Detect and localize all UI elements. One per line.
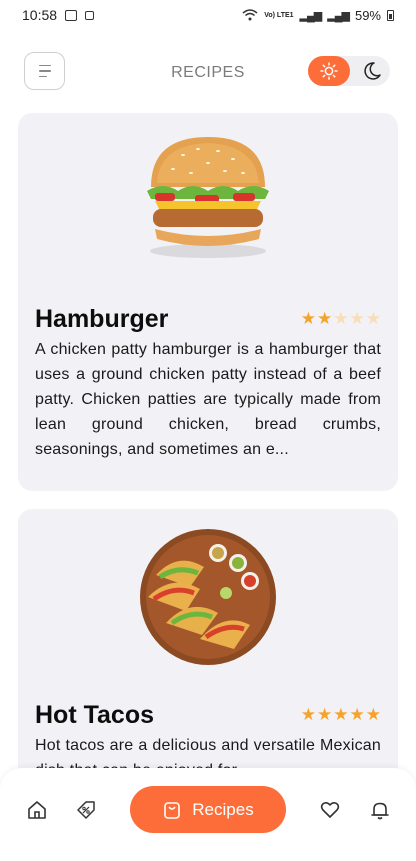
star-empty-icon: ★ — [349, 309, 365, 328]
status-time: 10:58 — [22, 7, 58, 23]
status-left: 10:58 — [22, 7, 95, 23]
nav-favorites[interactable] — [318, 798, 342, 822]
sun-icon — [320, 62, 338, 80]
nav-recipes-label: Recipes — [192, 799, 254, 819]
recipe-card[interactable]: Hamburger ★ ★ ★ ★ ★ A chicken patty hamburge… — [18, 113, 398, 491]
status-bar: 10:58 Vo) LTE1 ▂▄▆ ▂▄▆ 59% — [0, 0, 416, 30]
recipe-card[interactable]: Hot Tacos ★ ★ ★ ★ ★ Hot tacos are a deliciou… — [18, 509, 398, 809]
nav-offers[interactable] — [74, 798, 98, 822]
battery-icon — [387, 9, 394, 21]
shopping-bag-icon — [164, 801, 181, 819]
theme-toggle[interactable] — [308, 56, 390, 86]
star-filled-icon: ★ — [333, 705, 349, 724]
nav-notifications[interactable] — [368, 798, 392, 822]
rating-stars: ★ ★ ★ ★ ★ — [301, 706, 381, 723]
app-header: RECIPES — [0, 52, 416, 92]
signal-icon: ▂▄▆ — [299, 9, 323, 22]
dark-mode-button[interactable] — [356, 56, 388, 86]
bottom-navigation: Recipes — [0, 768, 416, 861]
bell-icon — [371, 802, 389, 820]
battery-percent: 59% — [354, 7, 381, 23]
recipe-description: A chicken patty hamburger is a hamburger… — [35, 341, 381, 458]
hamburger-image — [147, 137, 269, 258]
nav-recipes-button[interactable]: Recipes — [130, 786, 286, 833]
star-empty-icon: ★ — [333, 309, 349, 328]
tacos-image — [140, 529, 276, 665]
recipe-title: Hamburger — [35, 305, 169, 333]
wifi-icon — [242, 9, 258, 21]
star-filled-icon: ★ — [317, 309, 333, 328]
gallery-notification-icon — [65, 9, 78, 21]
star-filled-icon: ★ — [317, 705, 333, 724]
lock-icon — [85, 10, 95, 20]
nav-home[interactable] — [25, 798, 49, 822]
rating-stars: ★ ★ ★ ★ ★ — [301, 310, 381, 327]
star-filled-icon: ★ — [300, 309, 316, 328]
moon-icon — [364, 62, 381, 80]
status-right: Vo) LTE1 ▂▄▆ ▂▄▆ 59% — [242, 8, 394, 23]
network-type-label: Vo) LTE1 — [264, 11, 294, 19]
star-filled-icon: ★ — [300, 705, 316, 724]
star-filled-icon: ★ — [349, 705, 365, 724]
discount-tag-icon — [77, 801, 95, 819]
recipe-title: Hot Tacos — [35, 701, 154, 729]
signal-2-icon: ▂▄▆ — [327, 9, 350, 22]
star-filled-icon: ★ — [365, 705, 381, 724]
star-empty-icon: ★ — [365, 309, 381, 328]
heart-icon — [320, 801, 340, 818]
light-mode-button[interactable] — [308, 56, 350, 86]
home-icon — [28, 801, 46, 819]
